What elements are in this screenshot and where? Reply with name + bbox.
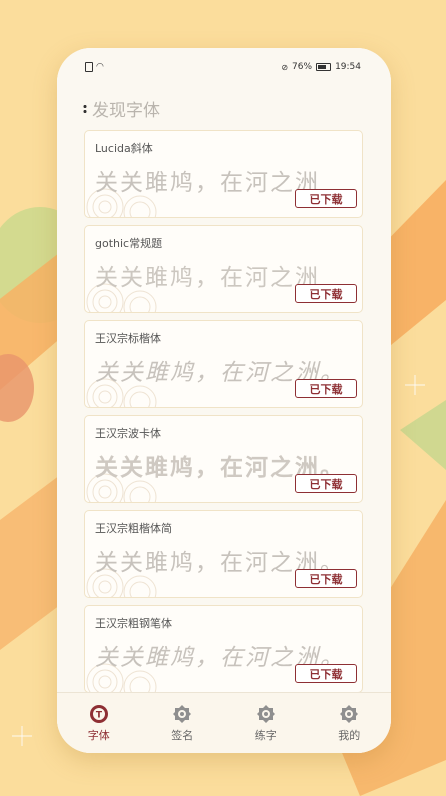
downloaded-button[interactable]: 已下载 <box>295 569 357 588</box>
font-list: Lucida斜体 关关雎鸠，在河之洲 已下载 gothic常规题 关关雎鸠，在河… <box>84 130 363 700</box>
mute-icon: ⊘ <box>281 62 289 72</box>
status-time: 19:54 <box>335 62 361 72</box>
font-card[interactable]: 王汉宗标楷体 关关雎鸠，在河之洲。 已下载 <box>84 320 363 408</box>
font-card[interactable]: 王汉宗粗钢笔体 关关雎鸠，在河之洲。 已下载 <box>84 605 363 693</box>
practice-icon <box>256 704 275 723</box>
tab-label: 字体 <box>87 728 110 742</box>
tab-font[interactable]: T 字体 <box>69 704 129 743</box>
tab-signature[interactable]: 签名 <box>152 704 212 743</box>
battery-percent: 76% <box>292 62 313 72</box>
bottom-tab-bar: T 字体 签名 练字 我的 <box>57 692 391 753</box>
font-sample: 关关雎鸠，在河之洲 <box>95 265 320 291</box>
font-card[interactable]: Lucida斜体 关关雎鸠，在河之洲 已下载 <box>84 130 363 218</box>
page-title-text: 发现字体 <box>92 101 160 121</box>
status-bar: ◠ ⊘ 76% 19:54 <box>85 60 361 74</box>
phone-frame: ◠ ⊘ 76% 19:54 发现字体 Lucida斜体 关关雎鸠，在河之洲 已下… <box>57 48 391 753</box>
svg-text:T: T <box>96 710 103 720</box>
downloaded-button[interactable]: 已下载 <box>295 664 357 683</box>
signature-icon <box>173 704 192 723</box>
font-name: 王汉宗粗钢笔体 <box>95 617 172 630</box>
tab-profile[interactable]: 我的 <box>319 704 379 743</box>
tab-practice[interactable]: 练字 <box>236 704 296 743</box>
font-card[interactable]: gothic常规题 关关雎鸠，在河之洲 已下载 <box>84 225 363 313</box>
app-screen: ◠ ⊘ 76% 19:54 发现字体 Lucida斜体 关关雎鸠，在河之洲 已下… <box>57 48 391 753</box>
font-name: 王汉宗标楷体 <box>95 332 161 345</box>
downloaded-button[interactable]: 已下载 <box>295 284 357 303</box>
font-name: 王汉宗波卡体 <box>95 427 161 440</box>
tab-label: 签名 <box>171 728 194 742</box>
font-card[interactable]: 王汉宗波卡体 关关雎鸠，在河之洲。 已下载 <box>84 415 363 503</box>
font-name: 王汉宗粗楷体简 <box>95 522 172 535</box>
font-name: gothic常规题 <box>95 237 163 250</box>
page-title: 发现字体 <box>83 96 160 121</box>
profile-icon <box>340 704 359 723</box>
downloaded-button[interactable]: 已下载 <box>295 189 357 208</box>
battery-icon <box>316 63 332 71</box>
font-card[interactable]: 王汉宗粗楷体简 关关雎鸠，在河之洲。 已下载 <box>84 510 363 598</box>
sim-icon <box>85 62 93 72</box>
downloaded-button[interactable]: 已下载 <box>295 379 357 398</box>
font-sample: 关关雎鸠，在河之洲 <box>95 170 320 196</box>
tab-label: 练字 <box>254 728 277 742</box>
title-marker-icon <box>83 103 87 114</box>
font-name: Lucida斜体 <box>95 142 153 155</box>
tab-label: 我的 <box>338 728 361 742</box>
wifi-icon: ◠ <box>96 62 104 72</box>
downloaded-button[interactable]: 已下载 <box>295 474 357 493</box>
font-T-icon: T <box>89 704 108 723</box>
